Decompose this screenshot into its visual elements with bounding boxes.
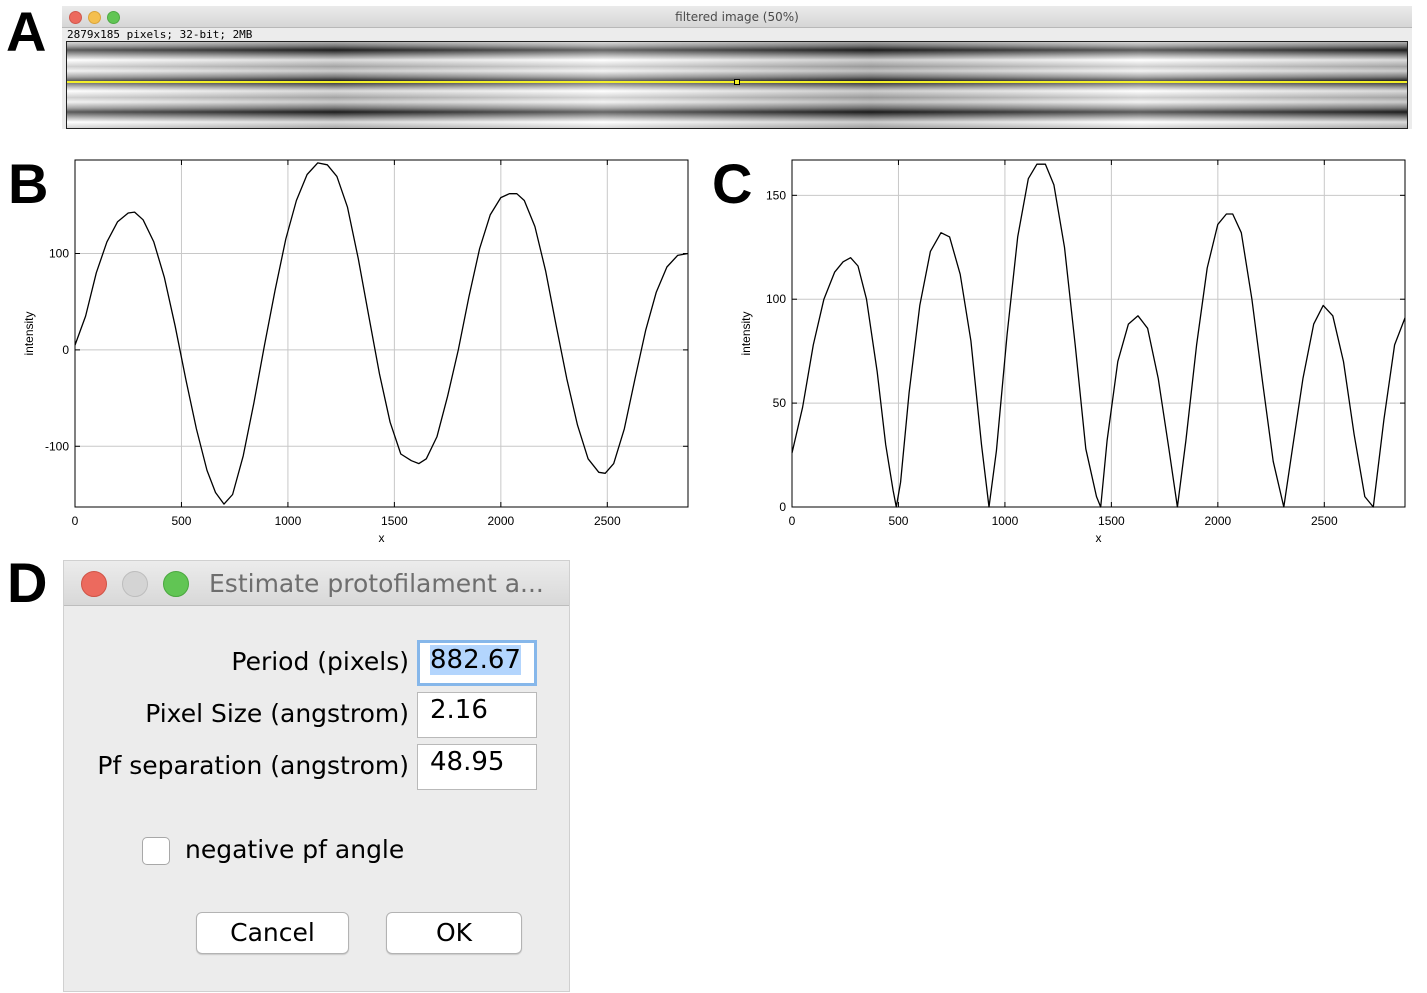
plot-c-x-tick-label: 1500 — [1098, 514, 1125, 528]
plot-b-y-tick-label: -100 — [45, 439, 69, 453]
panel-label-d: D — [7, 551, 48, 614]
plot-b-x-tick-label: 2000 — [487, 514, 514, 528]
pixel-size-label: Pixel Size (angstrom) — [145, 699, 409, 728]
negative-pf-angle-label[interactable]: negative pf angle — [185, 835, 404, 864]
close-icon[interactable] — [81, 571, 107, 597]
plot-c-x-axis-label: x — [1096, 531, 1102, 545]
ok-button[interactable]: OK — [386, 912, 522, 954]
minimize-icon — [122, 571, 148, 597]
period-value: 882.67 — [430, 645, 521, 675]
plot-c-y-tick-label: 0 — [779, 500, 786, 514]
plot-c-x-tick-label: 500 — [888, 514, 908, 528]
plot-c-frame — [791, 159, 1406, 508]
zoom-icon[interactable] — [163, 571, 189, 597]
estimate-dialog: Estimate protofilament a... Period (pixe… — [63, 560, 570, 992]
plot-b-y-axis-label: intensity — [22, 311, 36, 355]
period-input[interactable]: 882.67 — [417, 640, 537, 686]
plot-c-y-tick-label: 50 — [773, 396, 787, 410]
plot-b-y-tick-label: 100 — [49, 246, 69, 260]
plot-b-series-line — [74, 162, 689, 505]
image-window-title: filtered image (50%) — [675, 10, 799, 24]
filtered-image-canvas[interactable] — [66, 41, 1408, 129]
plot-c-series-line — [791, 163, 1406, 508]
dialog-titlebar[interactable]: Estimate protofilament a... — [64, 561, 569, 606]
panel-label-a: A — [6, 0, 47, 63]
plot-c-x-tick-label: 2500 — [1311, 514, 1338, 528]
image-window: filtered image (50%) 2879x185 pixels; 32… — [62, 6, 1412, 129]
plot-c-x-tick-label: 2000 — [1204, 514, 1231, 528]
plot-c-y-tick-label: 100 — [766, 292, 786, 306]
plot-b-x-tick-label: 0 — [72, 514, 79, 528]
plot-c-svg: 0 500 1000 1500 2000 2500 0 50 100 150 x intensity — [739, 159, 1406, 545]
pf-separation-value: 48.95 — [430, 747, 505, 777]
plot-c-y-axis-label: intensity — [739, 311, 753, 355]
plot-b-frame — [74, 159, 689, 508]
plot-c-x-tick-label: 0 — [789, 514, 796, 528]
plot-b-x-tick-label: 1000 — [275, 514, 302, 528]
image-window-titlebar[interactable]: filtered image (50%) — [62, 6, 1412, 28]
pixel-size-value: 2.16 — [430, 695, 488, 725]
plot-b: 0 500 1000 1500 2000 2500 -100 0 100 x intensity — [15, 150, 705, 550]
plot-b-x-axis-label: x — [379, 531, 385, 545]
plot-c: 0 500 1000 1500 2000 2500 0 50 100 150 x intensity — [735, 150, 1425, 550]
negative-pf-angle-checkbox[interactable] — [142, 837, 170, 865]
line-selection-handle[interactable] — [734, 79, 740, 85]
pixel-size-input[interactable]: 2.16 — [417, 692, 537, 738]
pf-separation-input[interactable]: 48.95 — [417, 744, 537, 790]
plot-c-x-tick-label: 1000 — [992, 514, 1019, 528]
plot-b-x-tick-label: 1500 — [381, 514, 408, 528]
plot-b-svg: 0 500 1000 1500 2000 2500 -100 0 100 x intensity — [22, 159, 689, 545]
pf-separation-label: Pf separation (angstrom) — [97, 751, 409, 780]
plot-c-y-tick-label: 150 — [766, 188, 786, 202]
image-info-text: 2879x185 pixels; 32-bit; 2MB — [67, 28, 253, 41]
cancel-button[interactable]: Cancel — [196, 912, 349, 954]
plot-b-y-tick-label: 0 — [62, 343, 69, 357]
image-shading — [67, 42, 1407, 128]
period-label: Period (pixels) — [231, 647, 409, 676]
dialog-title: Estimate protofilament a... — [209, 569, 544, 598]
plot-b-x-tick-label: 2500 — [594, 514, 621, 528]
plot-b-x-tick-label: 500 — [171, 514, 191, 528]
